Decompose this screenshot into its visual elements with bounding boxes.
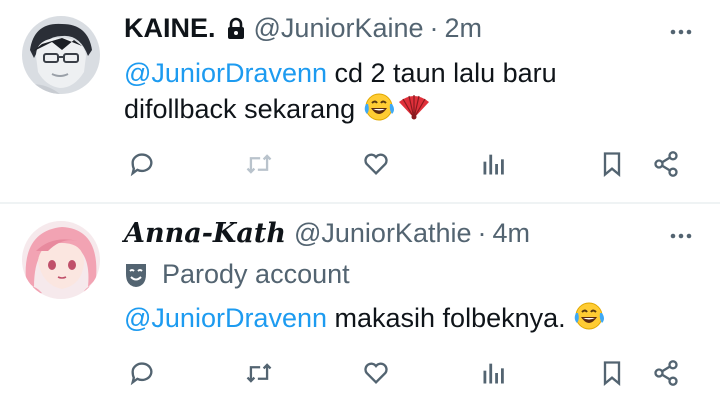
tweet-text-line1: cd 2 taun lalu baru (327, 58, 557, 88)
tweet-divider (0, 202, 720, 204)
parody-mask-icon (124, 262, 148, 288)
display-name[interactable]: KAINE. (124, 13, 216, 44)
mention-link[interactable]: @JuniorDravenn (124, 58, 327, 88)
display-name[interactable]: Anna-Kath (124, 218, 286, 249)
face-with-tears-of-joy-icon (363, 92, 397, 131)
avatar[interactable] (22, 221, 100, 299)
action-bar (124, 355, 694, 391)
like-icon[interactable] (358, 355, 394, 391)
share-icon[interactable] (648, 355, 684, 391)
action-bar (124, 146, 694, 182)
handle[interactable]: @JuniorKathie (294, 218, 472, 249)
tweet-text: @JuniorDravenn cd 2 taun lalu baru difol… (124, 55, 684, 131)
lock-icon (226, 17, 246, 41)
face-with-tears-of-joy-icon (573, 301, 607, 340)
more-icon[interactable] (666, 221, 696, 251)
timestamp[interactable]: 4m (493, 218, 531, 249)
views-icon[interactable] (476, 146, 512, 182)
mention-link[interactable]: @JuniorDravenn (124, 303, 327, 333)
tweet-text: @JuniorDravenn makasih folbeknya. (124, 300, 684, 340)
reply-icon[interactable] (124, 146, 160, 182)
tweet[interactable]: Anna-Kath @JuniorKathie · 4m Parody acco… (0, 205, 720, 408)
like-icon[interactable] (358, 146, 394, 182)
folding-fan-icon (397, 92, 431, 131)
tweet-header: Anna-Kath @JuniorKathie · 4m (124, 218, 530, 249)
handle[interactable]: @JuniorKaine (254, 13, 424, 44)
tweet-text-line2: difollback sekarang (124, 94, 363, 124)
retweet-icon[interactable] (241, 355, 277, 391)
tweet[interactable]: KAINE. @JuniorKaine · 2m @JuniorDravenn … (0, 0, 720, 203)
tweet-text-content: makasih folbeknya. (327, 303, 574, 333)
bookmark-icon[interactable] (594, 146, 630, 182)
views-icon[interactable] (476, 355, 512, 391)
parody-badge: Parody account (124, 259, 350, 290)
timestamp[interactable]: 2m (445, 13, 483, 44)
tweet-header: KAINE. @JuniorKaine · 2m (124, 13, 482, 44)
bookmark-icon[interactable] (594, 355, 630, 391)
more-icon[interactable] (666, 17, 696, 47)
separator: · (429, 13, 439, 43)
retweet-icon[interactable] (241, 146, 277, 182)
avatar[interactable] (22, 16, 100, 94)
parody-label: Parody account (162, 259, 350, 289)
reply-icon[interactable] (124, 355, 160, 391)
separator: · (477, 218, 487, 248)
share-icon[interactable] (648, 146, 684, 182)
